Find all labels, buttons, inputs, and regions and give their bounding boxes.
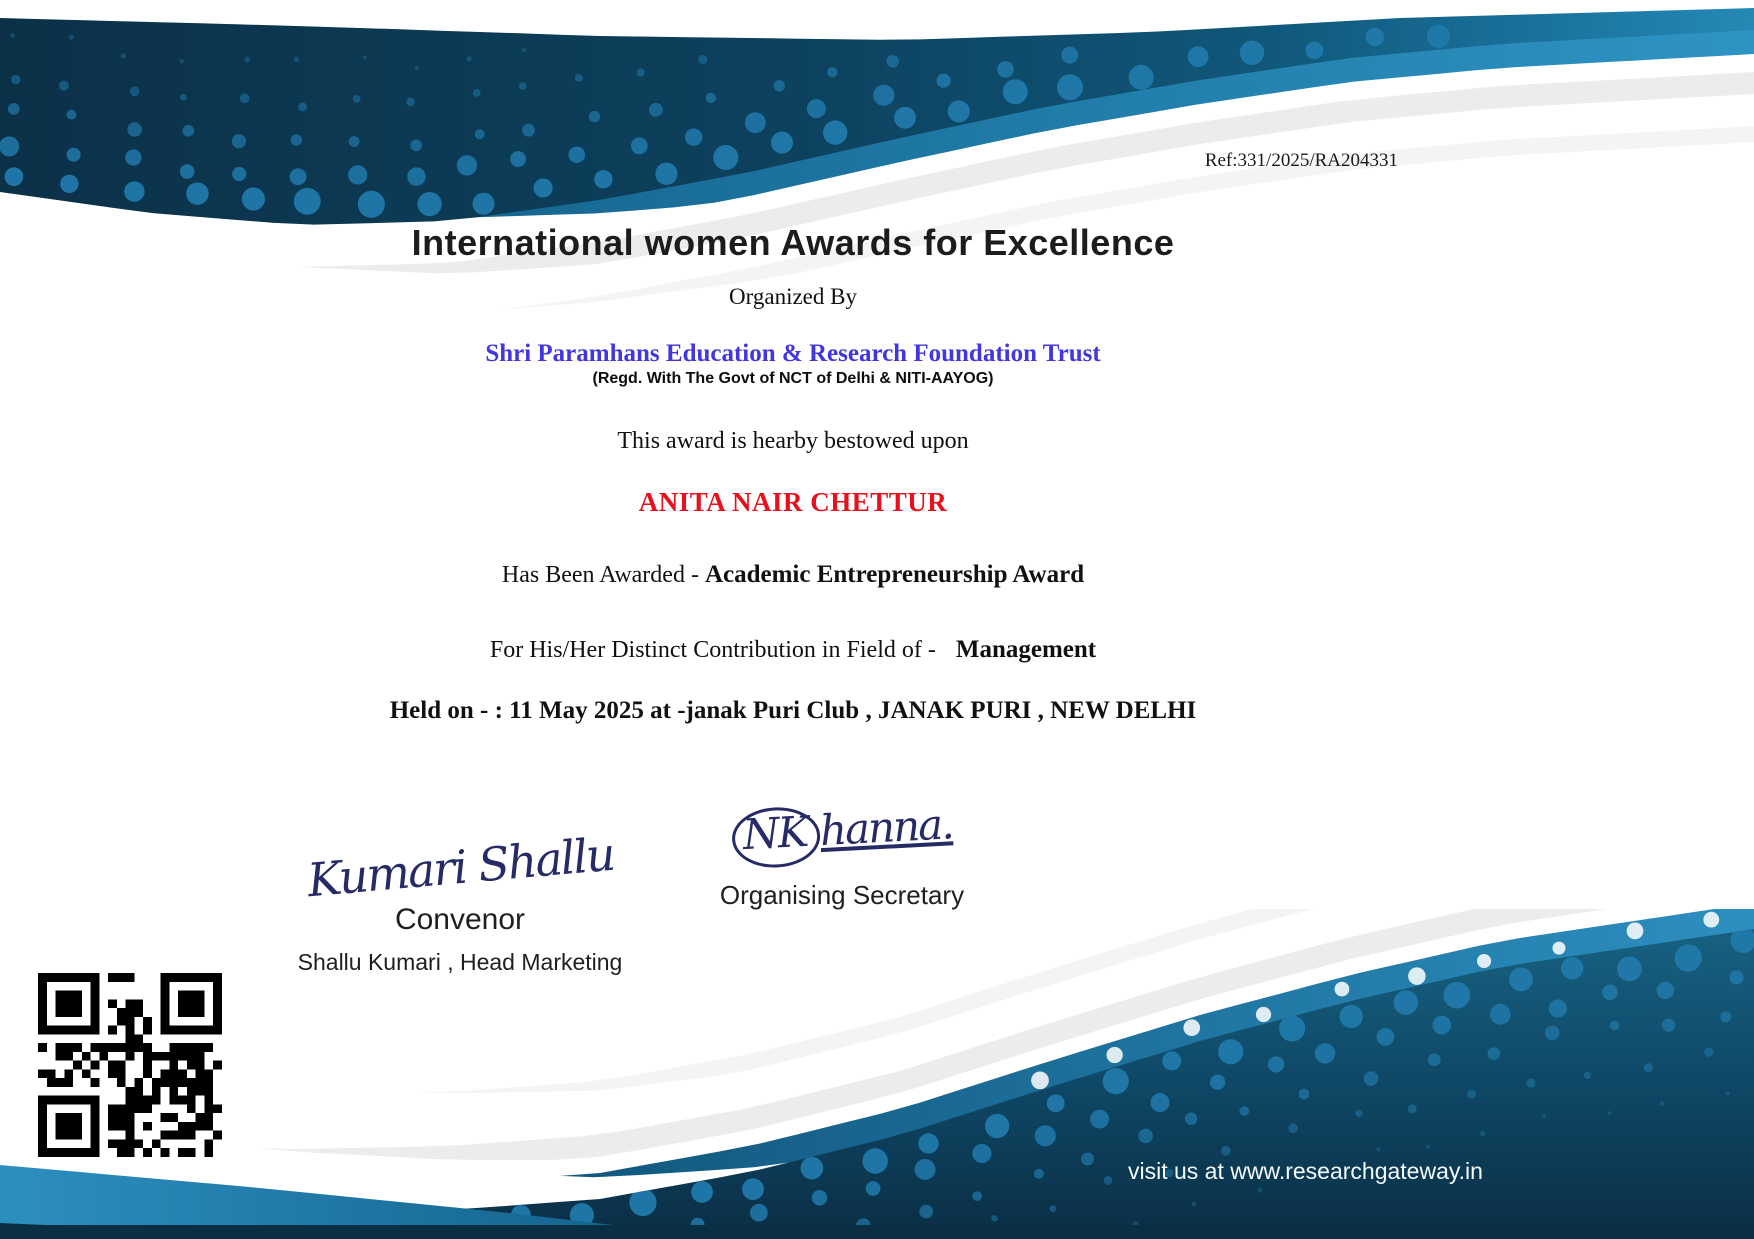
reference-number: Ref:331/2025/RA204331 [1205,150,1398,172]
field-line-prefix: For His/Her Distinct Contribution in Fie… [490,637,936,663]
organized-by-label: Organized By [0,284,1586,310]
secretary-role-label: Organising Secretary [672,880,1012,911]
held-on-line: Held on - : 11 May 2025 at -janak Puri C… [0,697,1586,725]
certificate-page: Ref:331/2025/RA204331 International wome… [0,0,1754,1239]
field-line: For His/Her Distinct Contribution in Fie… [0,636,1586,664]
website-line: visit us at www.researchgateway.in [1128,1158,1483,1185]
award-line: Has Been Awarded - Academic Entrepreneur… [0,561,1586,589]
secretary-signature-block: NKhanna. Organising Secretary [672,804,1012,911]
bottom-wave-decoration [0,909,1754,1239]
recipient-name: ANITA NAIR CHETTUR [0,487,1586,518]
secretary-signature: NKhanna. [730,798,954,869]
top-wave-decoration [0,0,1754,320]
secretary-signature-initials: NK [730,805,821,869]
organization-name: Shri Paramhans Education & Research Foun… [0,340,1586,368]
qr-code [38,973,222,1157]
convenor-person-name: Shallu Kumari , Head Marketing [278,949,642,976]
convenor-role-label: Convenor [278,903,642,937]
convenor-signature: Kumari Shallu [305,829,615,906]
bestowed-upon-line: This award is hearby bestowed upon [0,428,1586,455]
convenor-signature-block: Kumari Shallu Convenor Shallu Kumari , H… [278,842,642,976]
award-name: Academic Entrepreneurship Award [705,561,1084,588]
certificate-title: International women Awards for Excellenc… [0,222,1586,264]
field-value: Management [956,636,1096,663]
award-line-prefix: Has Been Awarded - [502,562,705,588]
secretary-signature-rest: hanna. [818,799,953,855]
organization-registration: (Regd. With The Govt of NCT of Delhi & N… [0,370,1586,388]
